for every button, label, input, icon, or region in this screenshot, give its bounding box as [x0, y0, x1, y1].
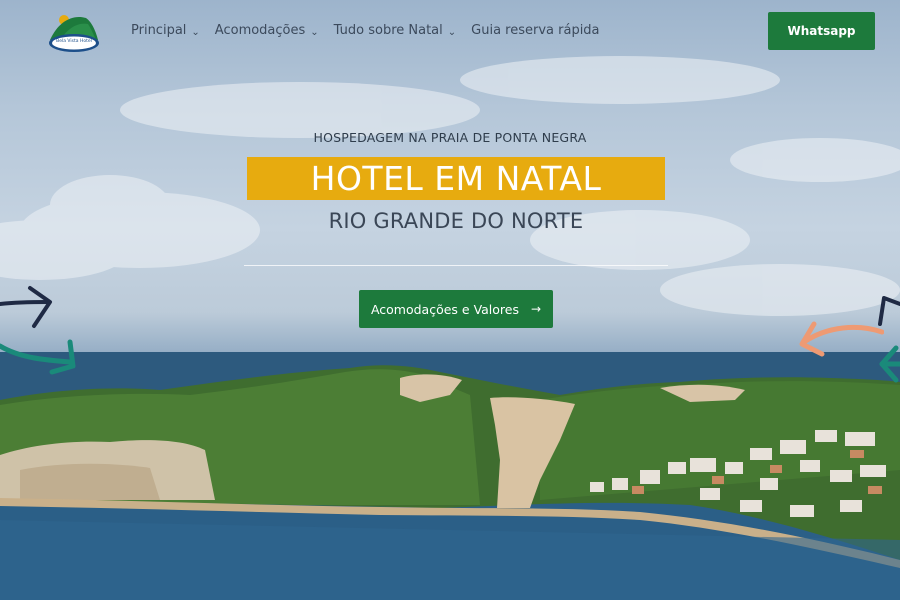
main-nav: Principal ⌄ Acomodações ⌄ Tudo sobre Nat…: [131, 20, 615, 40]
teal-arrow-left-icon: [0, 339, 76, 375]
hero-title-box: HOTEL EM NATAL: [247, 157, 665, 200]
hero-divider: [244, 265, 668, 266]
salmon-arrow-right-icon: [799, 321, 884, 357]
chevron-down-icon: ⌄: [191, 26, 200, 38]
acomodacoes-valores-button[interactable]: Acomodações e Valores →: [359, 290, 553, 328]
nav-item-label: Principal: [131, 22, 187, 38]
nav-item-label: Tudo sobre Natal: [333, 22, 443, 38]
nav-item-guia-reserva-rapida[interactable]: Guia reserva rápida: [471, 20, 599, 40]
logo-mark: [49, 15, 99, 52]
chevron-down-icon: ⌄: [310, 26, 319, 38]
nav-item-label: Guia reserva rápida: [471, 22, 600, 38]
whatsapp-button[interactable]: Whatsapp: [768, 12, 875, 50]
dark-arrow-right-icon: [878, 296, 900, 326]
chevron-down-icon: ⌄: [447, 26, 457, 38]
teal-arrow-right-icon: [879, 345, 900, 383]
nav-item-label: Acomodações: [214, 22, 306, 38]
hero-subtitle: RIO GRANDE DO NORTE: [328, 209, 584, 233]
nav-item-principal[interactable]: Principal ⌄: [131, 20, 200, 40]
arrow-right-icon: →: [531, 302, 542, 316]
nav-item-tudo-sobre-natal[interactable]: Tudo sobre Natal ⌄: [334, 20, 456, 40]
hero-eyebrow: HOSPEDAGEM NA PRAIA DE PONTA NEGRA: [313, 130, 587, 145]
hero-title: HOTEL EM NATAL: [310, 159, 602, 198]
cta-label: Acomodações e Valores: [370, 301, 519, 317]
logo-text: Bela Vista Hotel: [56, 39, 92, 44]
dark-arrow-left-icon: [0, 286, 52, 328]
hotel-logo[interactable]: Bela Vista Hotel: [46, 8, 102, 54]
nav-item-acomodacoes[interactable]: Acomodações ⌄: [215, 20, 319, 40]
